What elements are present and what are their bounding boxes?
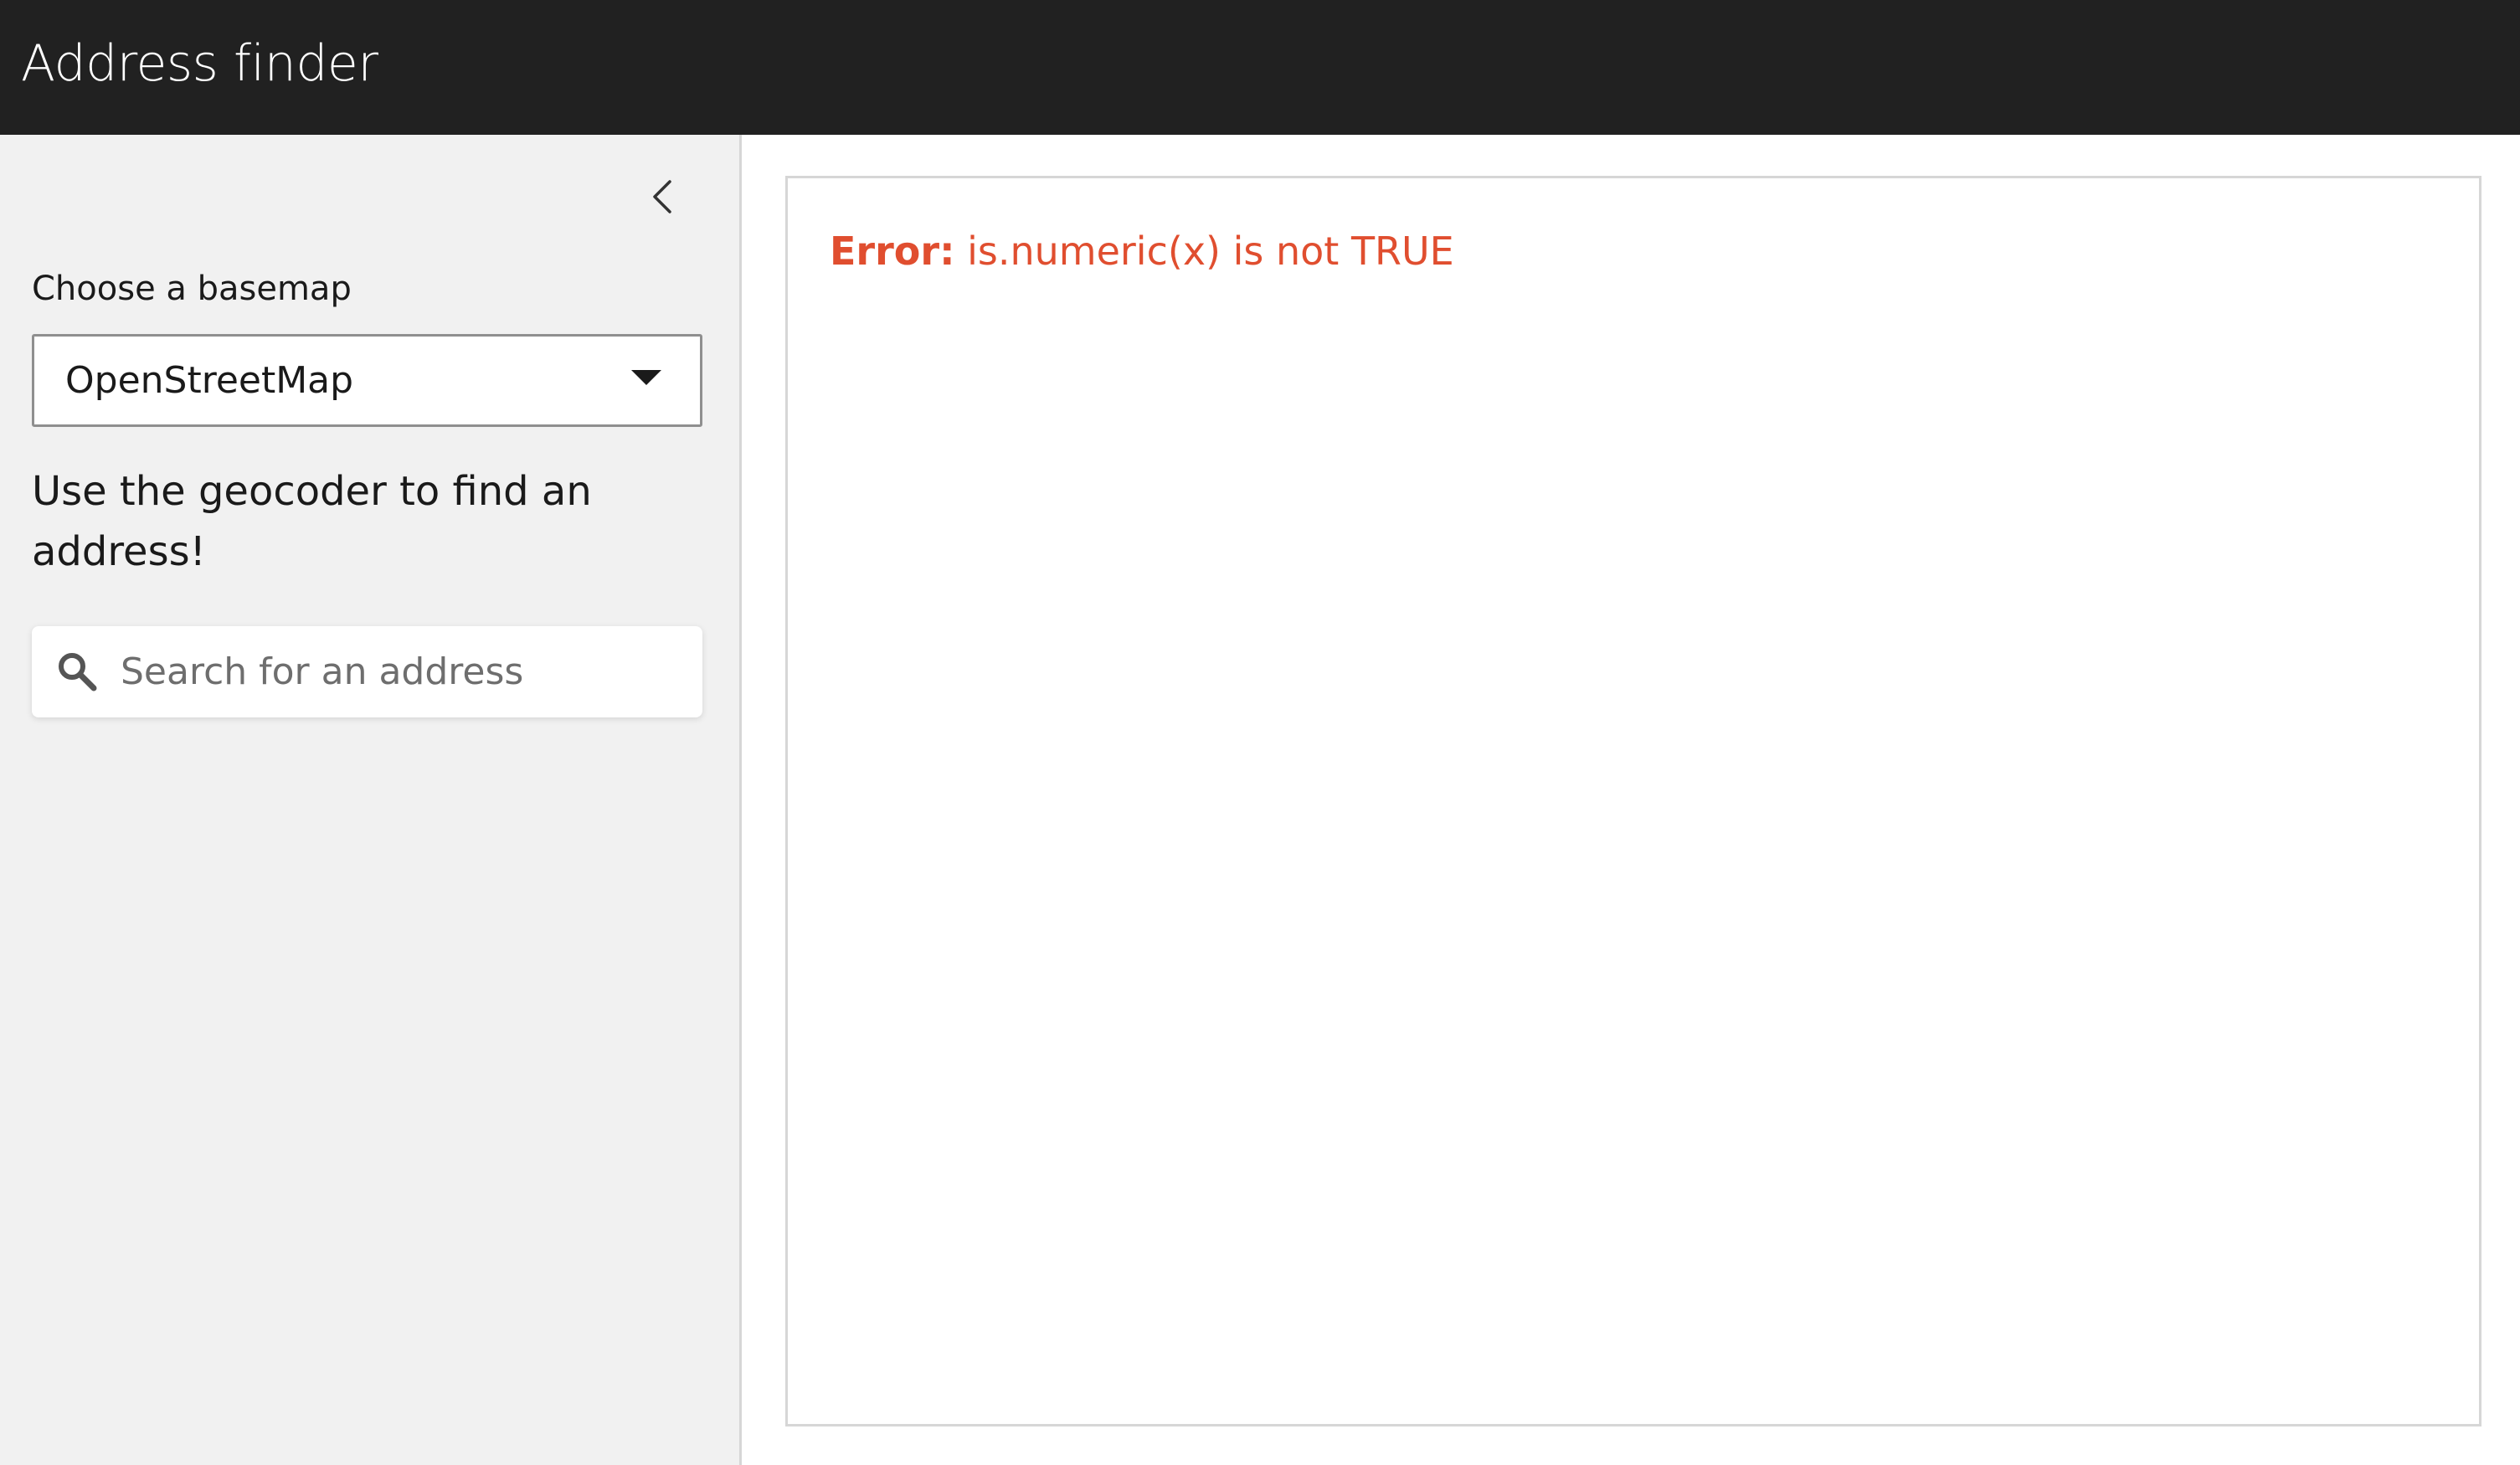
app-title: Address finder [21, 34, 378, 93]
error-message: Error: is.numeric(x) is not TRUE [830, 222, 1454, 280]
error-prefix: Error: [830, 229, 955, 274]
basemap-label: Choose a basemap [32, 270, 352, 308]
top-navbar: Address finder [0, 0, 2520, 135]
basemap-select[interactable]: OpenStreetMap [32, 334, 702, 427]
address-search-box [32, 626, 702, 717]
chevron-left-icon [653, 180, 671, 213]
geocoder-hint: Use the geocoder to find an address! [32, 468, 592, 575]
sidebar-collapse-button[interactable] [643, 175, 687, 218]
error-text: is.numeric(x) is not TRUE [967, 229, 1454, 274]
basemap-selected-value: OpenStreetMap [65, 359, 354, 402]
address-search-input[interactable] [119, 638, 680, 705]
sidebar: Choose a basemap OpenStreetMap Use the g… [0, 135, 742, 1465]
search-icon [59, 653, 97, 691]
caret-down-icon [631, 370, 661, 385]
map-output-panel: Error: is.numeric(x) is not TRUE [785, 176, 2481, 1426]
